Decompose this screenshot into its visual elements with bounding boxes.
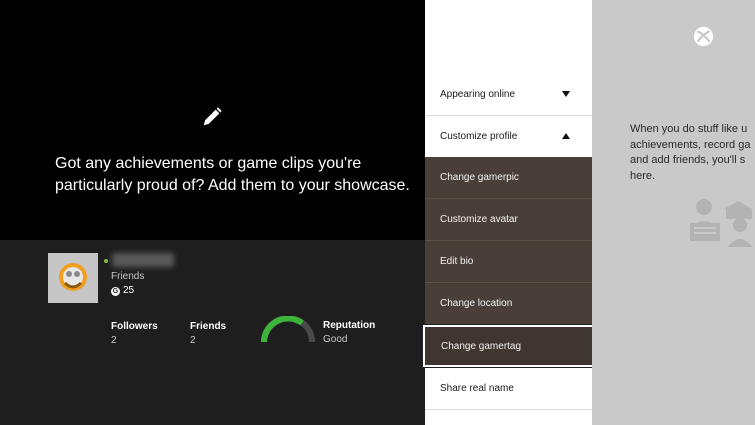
- menu-item-label: Change location: [440, 298, 513, 309]
- online-status-dot: [104, 259, 108, 263]
- menu-edit-bio[interactable]: Edit bio: [425, 241, 592, 283]
- menu-customize-profile[interactable]: Customize profile: [425, 116, 592, 158]
- reputation-value: Good: [323, 334, 348, 345]
- menu-item-label: Change gamertag: [441, 340, 522, 352]
- menu-item-label: Share real name: [440, 383, 514, 394]
- menu-item-label: Appearing online: [440, 89, 516, 100]
- xbox-logo-icon[interactable]: [693, 26, 714, 47]
- showcase-panel[interactable]: Got any achievements or game clips you'r…: [0, 0, 425, 240]
- people-icon: [690, 199, 752, 247]
- gamerpic-avatar: [48, 253, 98, 303]
- reputation-label: Reputation: [323, 320, 376, 331]
- friends-label[interactable]: Friends: [190, 321, 226, 332]
- activity-hint-text: When you do stuff like u achievements, r…: [630, 123, 751, 182]
- menu-share-real-name[interactable]: Share real name: [425, 368, 592, 410]
- menu-item-label: Change gamerpic: [440, 172, 519, 183]
- showcase-message: Got any achievements or game clips you'r…: [55, 155, 410, 194]
- chevron-up-icon: [562, 133, 570, 139]
- menu-item-label: Edit bio: [440, 256, 474, 267]
- followers-label[interactable]: Followers: [111, 321, 158, 332]
- profile-menu: Appearing online Customize profile Chang…: [423, 0, 594, 425]
- chevron-down-icon: [562, 91, 570, 97]
- menu-item-label: Customize avatar: [440, 214, 518, 225]
- menu-customize-avatar[interactable]: Customize avatar: [425, 199, 592, 241]
- friend-status-label: Friends: [111, 271, 145, 282]
- gamertag-blurred: [112, 253, 174, 267]
- menu-change-gamertag[interactable]: Change gamertag: [423, 325, 594, 367]
- followers-count: 2: [111, 335, 117, 346]
- gamerscore-value: 25: [123, 285, 135, 296]
- pencil-icon: [203, 107, 222, 126]
- gamerscore-icon: G: [111, 287, 120, 296]
- reputation-gauge: [261, 316, 315, 343]
- menu-item-label: Customize profile: [440, 131, 518, 142]
- menu-change-gamerpic[interactable]: Change gamerpic: [425, 157, 592, 199]
- menu-appearing-online[interactable]: Appearing online: [425, 74, 592, 116]
- avatar-image: [48, 253, 98, 303]
- menu-change-location[interactable]: Change location: [425, 283, 592, 325]
- friends-count: 2: [190, 335, 196, 346]
